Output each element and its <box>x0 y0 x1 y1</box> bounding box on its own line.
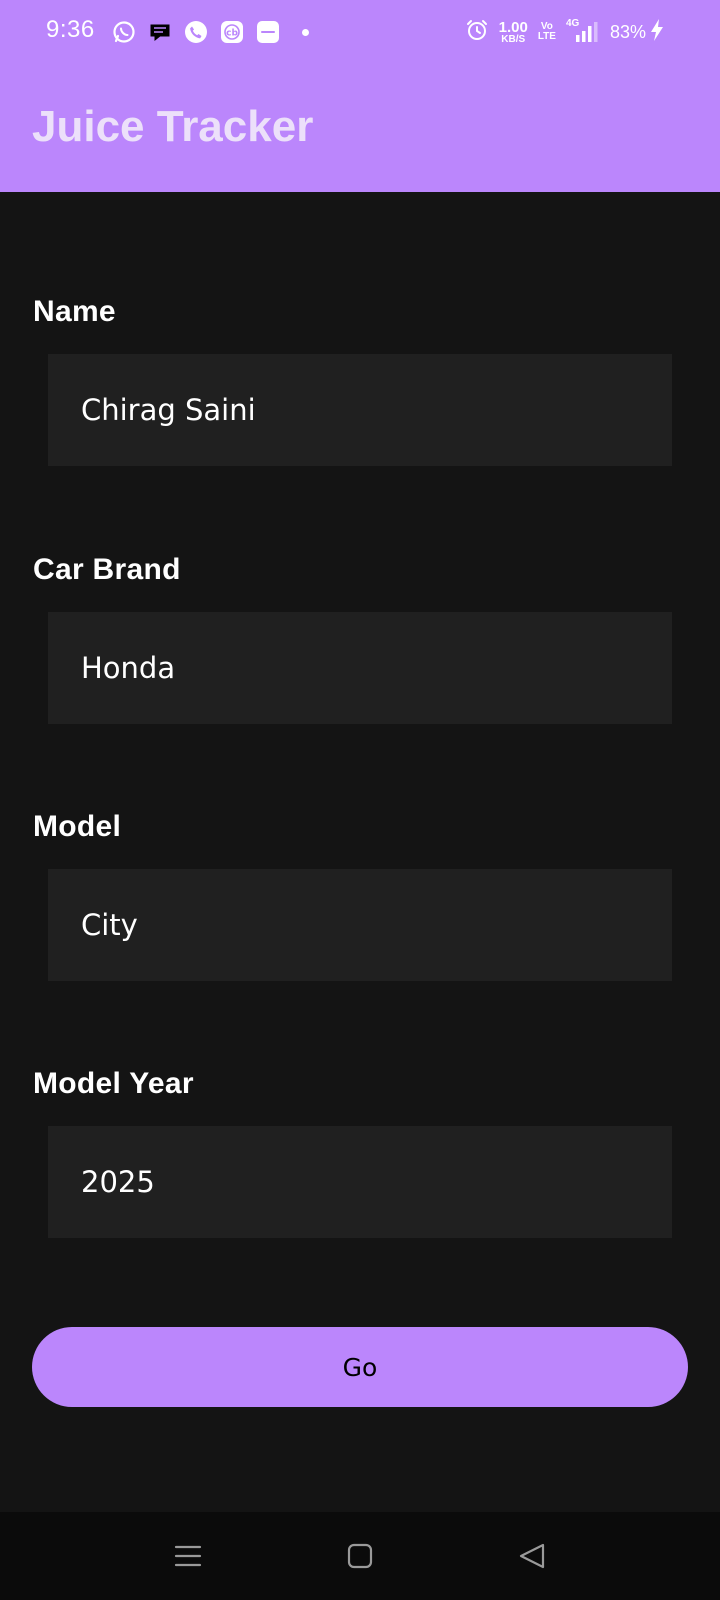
network-speed-unit: KB/S <box>501 33 526 45</box>
model-field[interactable] <box>48 869 672 981</box>
more-notifications-dot <box>302 28 309 36</box>
cb-app-icon: cb <box>220 20 244 44</box>
top-bar: 9:36 cb 1.00 KB/S Vo LTE 4G 83% Juice Tr… <box>0 0 720 192</box>
signal-icon: 4G <box>566 18 600 44</box>
notification-icons: cb <box>112 18 309 46</box>
model-label: Model <box>33 810 122 843</box>
battery-percent: 83% <box>609 21 646 42</box>
app-title: Juice Tracker <box>32 102 314 151</box>
app-bar: Juice Tracker <box>0 64 720 192</box>
navigation-bar <box>0 1512 720 1600</box>
menu-icon[interactable] <box>166 1534 210 1578</box>
chat-bubble-icon <box>148 20 172 44</box>
go-button[interactable]: Go <box>32 1327 688 1407</box>
alarm-icon <box>465 18 489 47</box>
car-brand-field[interactable] <box>48 612 672 724</box>
model-year-field[interactable] <box>48 1126 672 1238</box>
name-label: Name <box>33 295 116 328</box>
model-year-label: Model Year <box>33 1067 194 1100</box>
volte-bottom-label: LTE <box>537 31 556 42</box>
back-icon[interactable] <box>510 1534 554 1578</box>
charging-icon <box>650 18 664 47</box>
phone-icon <box>184 20 208 44</box>
volte-indicator: Vo LTE <box>538 22 556 42</box>
status-time: 9:36 <box>46 16 95 43</box>
svg-text:cb: cb <box>226 29 238 39</box>
network-speed: 1.00 KB/S <box>499 20 528 45</box>
status-bar: 9:36 cb 1.00 KB/S Vo LTE 4G 83% <box>0 0 720 64</box>
car-brand-label: Car Brand <box>33 553 181 586</box>
home-icon[interactable] <box>338 1534 382 1578</box>
whatsapp-icon <box>112 20 136 44</box>
network-speed-value: 1.00 <box>498 18 528 36</box>
status-indicators: 1.00 KB/S Vo LTE 4G 83% <box>465 16 664 48</box>
zomato-icon <box>256 20 280 44</box>
name-field[interactable] <box>48 354 672 466</box>
